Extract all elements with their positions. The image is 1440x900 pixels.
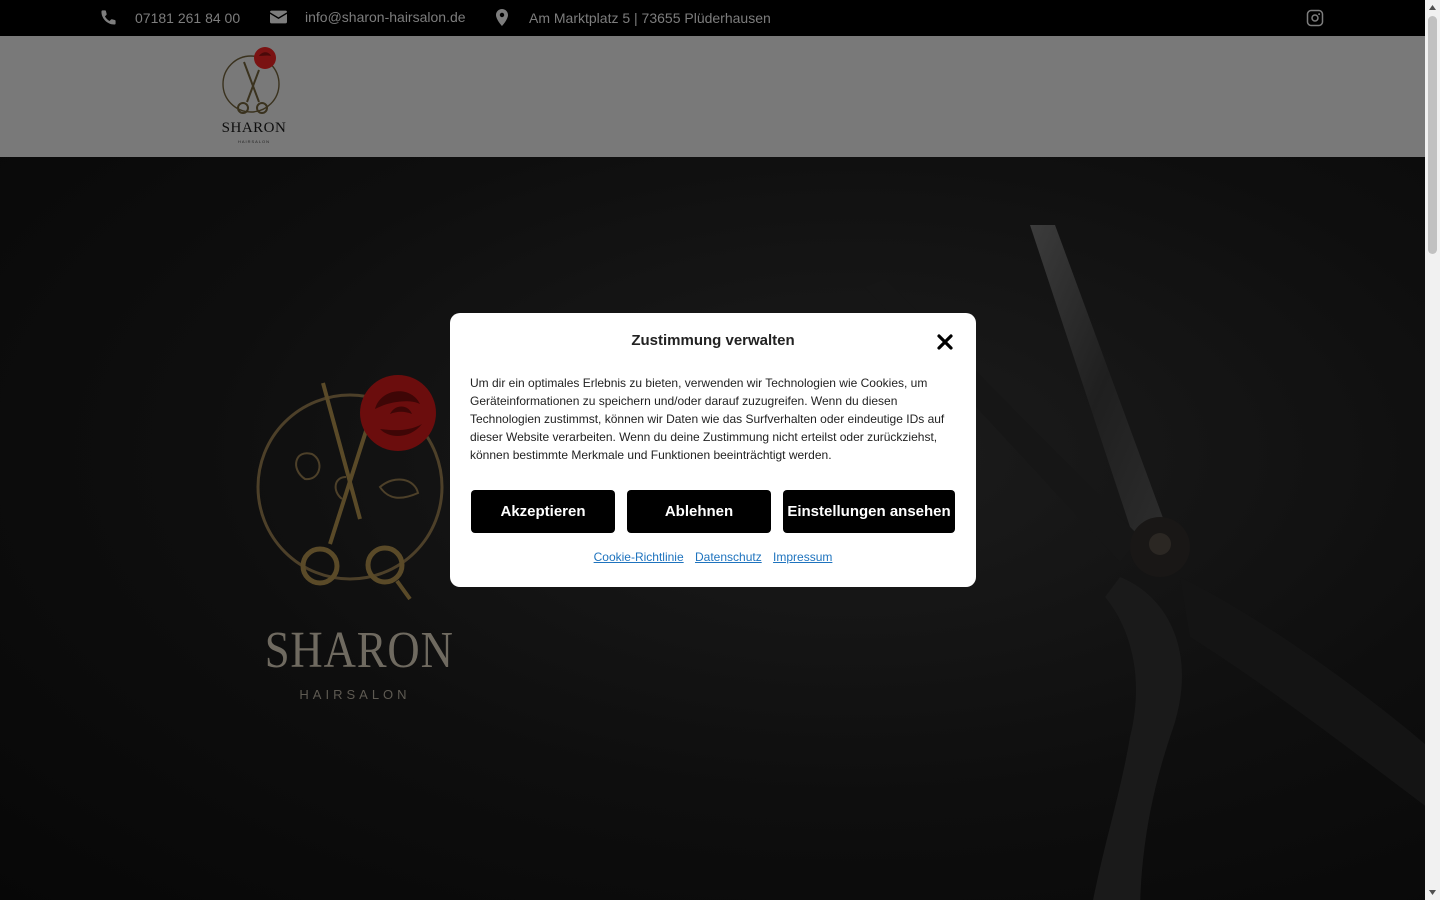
- cookie-policy-link[interactable]: Cookie-Richtlinie: [594, 550, 684, 564]
- hero-logo: SHARON HAIRSALON: [250, 369, 460, 709]
- imprint-link[interactable]: Impressum: [773, 550, 832, 564]
- email-contact[interactable]: info@sharon-hairsalon.de: [270, 9, 466, 25]
- map-pin-icon: [496, 9, 508, 26]
- instagram-link[interactable]: [1306, 9, 1324, 30]
- view-settings-button[interactable]: Einstellungen ansehen: [783, 490, 955, 533]
- triangle-up-icon: [1429, 5, 1436, 10]
- phone-contact[interactable]: 07181 261 84 00: [100, 9, 240, 26]
- phone-number: 07181 261 84 00: [135, 9, 241, 26]
- phone-icon: [101, 10, 116, 25]
- close-icon: [937, 334, 953, 350]
- scroll-down-arrow[interactable]: [1425, 885, 1440, 900]
- top-contact-bar: 07181 261 84 00 info@sharon-hairsalon.de…: [0, 0, 1425, 36]
- page: 07181 261 84 00 info@sharon-hairsalon.de…: [0, 0, 1425, 900]
- consent-links: Cookie-Richtlinie Datenschutz Impressum: [450, 550, 976, 564]
- scrollbar-thumb[interactable]: [1428, 16, 1437, 254]
- hero-logo-name: SHARON: [264, 622, 454, 679]
- consent-title: Zustimmung verwalten: [631, 332, 795, 349]
- header-logo-name: SHARON: [221, 120, 287, 136]
- deny-button[interactable]: Ablehnen: [627, 490, 771, 533]
- accept-button[interactable]: Akzeptieren: [471, 490, 615, 533]
- consent-text: Um dir ein optimales Erlebnis zu bieten,…: [470, 376, 945, 462]
- email-address: info@sharon-hairsalon.de: [305, 9, 466, 25]
- address-text: Am Marktplatz 5 | 73655 Plüderhausen: [529, 9, 771, 26]
- hero-logo-emblem-icon: [256, 375, 444, 601]
- privacy-link[interactable]: Datenschutz: [695, 550, 762, 564]
- header-logo-sub: HAIRSALON: [237, 139, 271, 144]
- logo-emblem-icon: [222, 47, 280, 114]
- hero-logo-sub: HAIRSALON: [299, 687, 411, 702]
- address-contact[interactable]: Am Marktplatz 5 | 73655 Plüderhausen: [496, 9, 771, 26]
- vertical-scrollbar[interactable]: [1425, 0, 1440, 900]
- consent-dialog: Zustimmung verwalten Um dir ein optimale…: [450, 313, 976, 587]
- site-header: SHARON HAIRSALON: [0, 36, 1425, 157]
- close-button[interactable]: [936, 333, 954, 351]
- triangle-down-icon: [1429, 890, 1436, 895]
- scroll-up-arrow[interactable]: [1425, 0, 1440, 15]
- header-logo[interactable]: SHARON HAIRSALON: [219, 42, 289, 150]
- envelope-icon: [270, 10, 287, 24]
- instagram-icon: [1306, 9, 1324, 27]
